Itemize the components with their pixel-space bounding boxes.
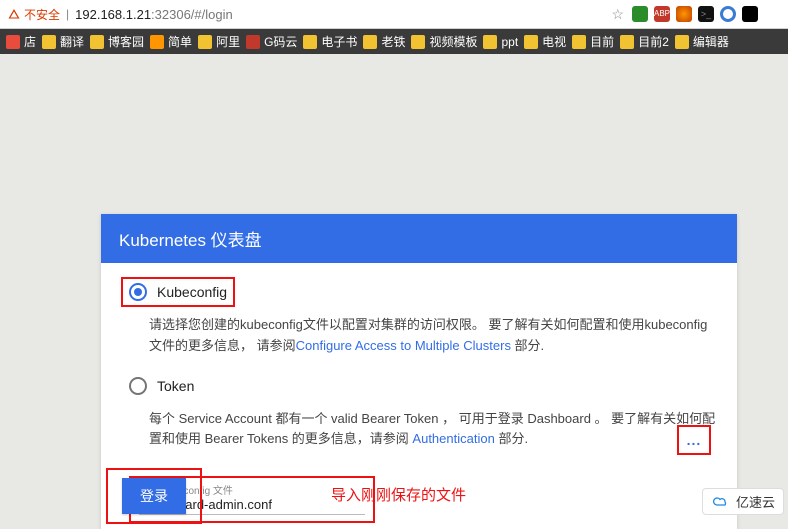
browse-button[interactable]: ... bbox=[677, 425, 711, 455]
kubeconfig-description: 请选择您创建的kubeconfig文件以配置对集群的访问权限。 要了解有关如何配… bbox=[149, 315, 717, 357]
folder-icon bbox=[42, 35, 56, 49]
page-body: Kubernetes 仪表盘 Kubeconfig 请选择您创建的kubecon… bbox=[0, 54, 788, 519]
bookmark-item[interactable]: 阿里 bbox=[198, 33, 240, 50]
bookmark-label: 博客园 bbox=[108, 33, 144, 50]
radio-icon bbox=[129, 377, 147, 395]
bookmark-label: 简单 bbox=[168, 33, 192, 50]
bookmark-label: 编辑器 bbox=[693, 33, 729, 50]
login-button[interactable]: 登录 bbox=[122, 478, 186, 514]
extension-icon[interactable] bbox=[720, 6, 736, 22]
annotation-text: 导入刚刚保存的文件 bbox=[331, 484, 466, 505]
login-highlight: 登录 bbox=[106, 468, 202, 524]
folder-icon bbox=[411, 35, 425, 49]
folder-icon bbox=[675, 35, 689, 49]
bookmark-label: 电子书 bbox=[321, 33, 357, 50]
bookmark-label: 目前2 bbox=[638, 33, 669, 50]
bookmark-label: 电视 bbox=[542, 33, 566, 50]
desc-post: 部分. bbox=[495, 431, 528, 446]
abp-extension-icon[interactable]: ABP bbox=[654, 6, 670, 22]
extension-icon[interactable] bbox=[764, 6, 780, 22]
folder-icon bbox=[90, 35, 104, 49]
bookmark-item[interactable]: ppt bbox=[483, 35, 518, 49]
extension-icon[interactable] bbox=[742, 6, 758, 22]
bookmark-item[interactable]: 店 bbox=[6, 33, 36, 50]
bookmark-label: G码云 bbox=[264, 33, 297, 50]
bookmark-item[interactable]: 电视 bbox=[524, 33, 566, 50]
folder-icon bbox=[524, 35, 538, 49]
watermark-brand: 亿速云 bbox=[702, 488, 784, 515]
cloud-icon bbox=[711, 495, 731, 509]
address-bar: 不安全 | 192.168.1.21:32306/#/login ☆ ABP >… bbox=[0, 0, 788, 29]
folder-icon bbox=[150, 35, 164, 49]
bookmark-item[interactable]: G码云 bbox=[246, 33, 297, 50]
bookmark-label: 店 bbox=[24, 33, 36, 50]
extension-icon[interactable] bbox=[676, 6, 692, 22]
bookmark-label: 视频模板 bbox=[429, 33, 477, 50]
folder-icon bbox=[483, 35, 497, 49]
bookmark-label: 目前 bbox=[590, 33, 614, 50]
bookmark-item[interactable]: 电子书 bbox=[303, 33, 357, 50]
bookmark-item[interactable]: 老铁 bbox=[363, 33, 405, 50]
folder-icon bbox=[363, 35, 377, 49]
authentication-link[interactable]: Authentication bbox=[412, 431, 494, 446]
url-path: :32306/#/login bbox=[151, 7, 233, 22]
insecure-text: 不安全 bbox=[24, 6, 60, 23]
bookmark-item[interactable]: 博客园 bbox=[90, 33, 144, 50]
bookmark-item[interactable]: 编辑器 bbox=[675, 33, 729, 50]
bookmark-label: 阿里 bbox=[216, 33, 240, 50]
folder-icon bbox=[303, 35, 317, 49]
folder-icon bbox=[620, 35, 634, 49]
desc-post: 部分. bbox=[511, 338, 544, 353]
option-label: Token bbox=[157, 378, 194, 394]
folder-icon bbox=[6, 35, 20, 49]
token-description: 每个 Service Account 都有一个 valid Bearer Tok… bbox=[149, 409, 717, 451]
folder-icon bbox=[198, 35, 212, 49]
bookmark-star-icon[interactable]: ☆ bbox=[611, 6, 624, 23]
folder-icon bbox=[572, 35, 586, 49]
bookmark-item[interactable]: 简单 bbox=[150, 33, 192, 50]
option-label: Kubeconfig bbox=[157, 284, 227, 300]
configure-link[interactable]: Configure Access to Multiple Clusters bbox=[296, 338, 511, 353]
bookmark-label: 翻译 bbox=[60, 33, 84, 50]
bookmark-label: 老铁 bbox=[381, 33, 405, 50]
separator: | bbox=[66, 7, 69, 21]
extension-icon[interactable]: >_ bbox=[698, 6, 714, 22]
radio-icon bbox=[129, 283, 147, 301]
login-card: Kubernetes 仪表盘 Kubeconfig 请选择您创建的kubecon… bbox=[101, 214, 737, 529]
url-host: 192.168.1.21 bbox=[75, 7, 151, 22]
url-text[interactable]: 192.168.1.21:32306/#/login bbox=[75, 7, 233, 22]
bookmark-item[interactable]: 目前2 bbox=[620, 33, 669, 50]
radio-kubeconfig[interactable]: Kubeconfig bbox=[121, 277, 235, 307]
auth-options: Kubeconfig 请选择您创建的kubeconfig文件以配置对集群的访问权… bbox=[101, 263, 737, 472]
extension-icon[interactable] bbox=[632, 6, 648, 22]
bookmark-item[interactable]: 翻译 bbox=[42, 33, 84, 50]
option-kubeconfig: Kubeconfig bbox=[121, 277, 717, 307]
radio-token[interactable]: Token bbox=[121, 371, 202, 401]
folder-icon bbox=[246, 35, 260, 49]
dots-icon: ... bbox=[687, 432, 702, 448]
brand-text: 亿速云 bbox=[736, 492, 775, 511]
option-token: Token bbox=[121, 371, 717, 401]
bookmark-item[interactable]: 视频模板 bbox=[411, 33, 477, 50]
bookmark-label: ppt bbox=[501, 35, 518, 49]
bookmarks-bar: 店 翻译 博客园 简单 阿里 G码云 电子书 老铁 视频模板 ppt 电视 目前 目前2 编辑器 bbox=[0, 29, 788, 54]
warning-icon bbox=[8, 8, 20, 20]
bookmark-item[interactable]: 目前 bbox=[572, 33, 614, 50]
card-title: Kubernetes 仪表盘 bbox=[101, 214, 737, 263]
insecure-warning: 不安全 bbox=[8, 6, 60, 23]
